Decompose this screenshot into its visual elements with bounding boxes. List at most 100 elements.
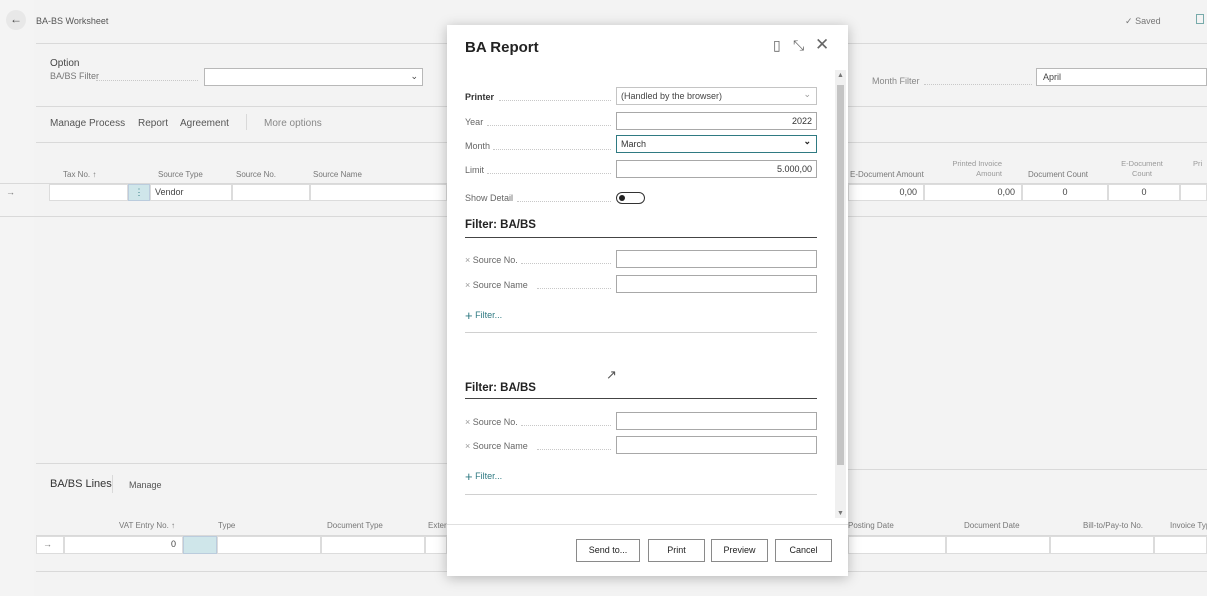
preview-button[interactable]: Preview bbox=[711, 539, 768, 562]
cell-printed-invoice-amount[interactable]: 0,00 bbox=[924, 184, 1022, 201]
chevron-down-icon: ⌄ bbox=[803, 89, 811, 99]
col-posting-date[interactable]: Posting Date bbox=[848, 521, 894, 530]
cell-source-type[interactable]: Vendor bbox=[150, 184, 232, 201]
filter-1-add-filter[interactable]: + Filter... bbox=[465, 308, 502, 323]
col-source-no[interactable]: Source No. bbox=[236, 170, 276, 179]
limit-input[interactable]: 5.000,00 bbox=[616, 160, 817, 178]
col-e-document-count[interactable]: E-Document Count bbox=[1115, 159, 1169, 179]
lines-title: BA/BS Lines bbox=[50, 478, 112, 490]
scroll-up-icon[interactable]: ▲ bbox=[837, 72, 844, 79]
scroll-down-icon[interactable]: ▼ bbox=[837, 510, 844, 517]
action-more-options[interactable]: More options bbox=[264, 118, 322, 129]
col-document-date[interactable]: Document Date bbox=[964, 521, 1020, 530]
filter-1-source-name-text: Source Name bbox=[472, 280, 528, 290]
dialog-title: BA Report bbox=[465, 39, 539, 56]
close-icon[interactable]: ✕ bbox=[815, 35, 829, 55]
lines-row-arrow-icon: → bbox=[36, 536, 64, 554]
year-input[interactable]: 2022 bbox=[616, 112, 817, 130]
row-menu-icon[interactable]: ⋮ bbox=[128, 184, 150, 201]
printer-label: Printer bbox=[465, 92, 495, 102]
col-tax-no[interactable]: Tax No. ↑ bbox=[63, 170, 96, 179]
col-external[interactable]: Exter bbox=[428, 521, 447, 530]
cell-vat-entry-no[interactable]: 0 bbox=[64, 536, 183, 554]
col-e-document-amount[interactable]: E-Document Amount bbox=[850, 170, 924, 179]
month-filter-label: Month Filter bbox=[872, 76, 920, 86]
col-invoice-type[interactable]: Invoice Type bbox=[1170, 521, 1207, 530]
filter-2-add-filter-text: Filter... bbox=[475, 471, 503, 481]
col-type[interactable]: Type bbox=[218, 521, 235, 530]
ba-bs-filter-select[interactable]: ⌄ bbox=[204, 68, 423, 86]
page-title: BA-BS Worksheet bbox=[36, 16, 109, 26]
printer-select[interactable]: (Handled by the browser) ⌄ bbox=[616, 87, 817, 105]
filter-2-source-no-label[interactable]: × Source No. bbox=[465, 417, 518, 427]
filter-2-source-name-input[interactable] bbox=[616, 436, 817, 454]
x-icon[interactable]: × bbox=[465, 255, 470, 265]
col-document-type[interactable]: Document Type bbox=[327, 521, 383, 530]
filter-2-source-name-text: Source Name bbox=[472, 441, 528, 451]
cell-invoice-type[interactable] bbox=[1154, 536, 1207, 554]
cell-posting-date[interactable] bbox=[848, 536, 946, 554]
send-to-button[interactable]: Send to... bbox=[576, 539, 640, 562]
cell-e-document-amount[interactable]: 0,00 bbox=[848, 184, 924, 201]
cell-e-document-count[interactable]: 0 bbox=[1108, 184, 1180, 201]
print-button[interactable]: Print bbox=[648, 539, 705, 562]
x-icon[interactable]: × bbox=[465, 441, 470, 451]
filter-1-source-name-input[interactable] bbox=[616, 275, 817, 293]
col-document-count[interactable]: Document Count bbox=[1028, 170, 1088, 179]
filter-1-source-name-label[interactable]: × Source Name bbox=[465, 280, 528, 290]
option-section-label: Option bbox=[50, 58, 80, 69]
filter-2-add-filter[interactable]: + Filter... bbox=[465, 469, 502, 484]
action-manage[interactable]: Manage bbox=[50, 118, 86, 129]
month-label: Month bbox=[465, 141, 491, 151]
cell-document-type[interactable] bbox=[321, 536, 425, 554]
month-filter-input[interactable]: April bbox=[1036, 68, 1207, 86]
month-select[interactable]: March ⌄ bbox=[616, 135, 817, 153]
cell-printed[interactable] bbox=[1180, 184, 1207, 201]
chevron-down-icon: ⌄ bbox=[803, 136, 811, 146]
show-detail-label: Show Detail bbox=[465, 193, 514, 203]
action-report[interactable]: Report bbox=[138, 118, 168, 129]
filter-1-add-filter-text: Filter... bbox=[475, 310, 503, 320]
show-detail-toggle[interactable] bbox=[616, 192, 645, 204]
filter-1-source-no-input[interactable] bbox=[616, 250, 817, 268]
ba-report-dialog: BA Report ▯ ⤡ ✕ Printer (Handled by the … bbox=[447, 25, 848, 576]
bookmark-icon[interactable]: ▯ bbox=[773, 37, 781, 54]
cell-tax-no[interactable] bbox=[49, 184, 128, 201]
back-arrow-icon[interactable]: ← bbox=[6, 10, 26, 30]
filter-2-source-name-label[interactable]: × Source Name bbox=[465, 441, 528, 451]
expand-icon[interactable]: ⤡ bbox=[793, 37, 804, 54]
cell-source-no[interactable] bbox=[232, 184, 310, 201]
col-printed-invoice-amount[interactable]: Printed Invoice Amount bbox=[944, 159, 1002, 179]
saved-label: Saved bbox=[1135, 16, 1161, 26]
row-indicator-arrow-icon: → bbox=[6, 187, 15, 197]
cell-external[interactable] bbox=[425, 536, 447, 554]
filter-section-title-1: Filter: BA/BS bbox=[465, 219, 536, 231]
page-icon[interactable] bbox=[1196, 14, 1204, 24]
cell-bill-to-pay-to-no[interactable] bbox=[1050, 536, 1154, 554]
filter-2-source-no-text: Source No. bbox=[472, 417, 518, 427]
x-icon[interactable]: × bbox=[465, 417, 470, 427]
cell-source-name[interactable] bbox=[310, 184, 447, 201]
cell-document-count[interactable]: 0 bbox=[1022, 184, 1108, 201]
col-source-type[interactable]: Source Type bbox=[158, 170, 203, 179]
col-vat-entry-no[interactable]: VAT Entry No. ↑ bbox=[119, 521, 175, 530]
dialog-scrollbar-thumb[interactable] bbox=[837, 85, 844, 465]
col-source-name[interactable]: Source Name bbox=[313, 170, 362, 179]
col-bill-to-pay-to-no[interactable]: Bill-to/Pay-to No. bbox=[1083, 521, 1143, 530]
year-label: Year bbox=[465, 117, 484, 127]
x-icon[interactable]: × bbox=[465, 280, 470, 290]
toggle-knob bbox=[619, 195, 625, 201]
saved-status: ✓ Saved bbox=[1125, 16, 1161, 27]
ba-bs-filter-label: BA/BS Filter bbox=[50, 71, 100, 81]
filter-1-source-no-label[interactable]: × Source No. bbox=[465, 255, 518, 265]
cell-type-selected[interactable] bbox=[183, 536, 217, 554]
action-agreement[interactable]: Agreement bbox=[180, 118, 229, 129]
action-process[interactable]: Process bbox=[89, 118, 125, 129]
col-printed[interactable]: Pri bbox=[1193, 159, 1202, 168]
cancel-button[interactable]: Cancel bbox=[775, 539, 832, 562]
filter-2-source-no-input[interactable] bbox=[616, 412, 817, 430]
lines-manage[interactable]: Manage bbox=[129, 480, 162, 490]
cell-type[interactable] bbox=[217, 536, 321, 554]
printer-value: (Handled by the browser) bbox=[621, 91, 723, 101]
cell-document-date[interactable] bbox=[946, 536, 1050, 554]
